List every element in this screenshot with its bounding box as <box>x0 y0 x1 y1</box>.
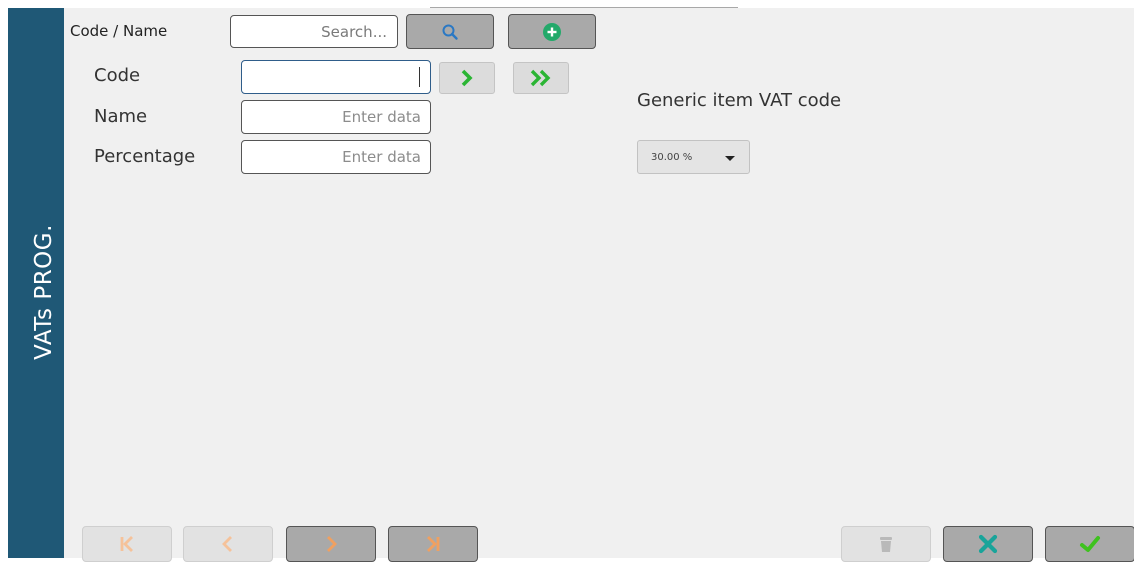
next-page-icon <box>327 536 337 552</box>
code-field[interactable] <box>241 60 431 94</box>
double-chevron-right-icon <box>530 69 551 87</box>
generic-vat-value: 30.00 % <box>651 151 693 163</box>
check-icon <box>1080 536 1100 552</box>
code-label: Code <box>94 65 141 86</box>
trash-icon <box>880 537 892 552</box>
last-page-button[interactable] <box>388 526 478 562</box>
delete-button[interactable] <box>841 526 931 562</box>
search-icon <box>442 24 458 40</box>
previous-page-button[interactable] <box>183 526 273 562</box>
last-page-icon <box>427 536 440 552</box>
caret-down-icon <box>725 156 735 161</box>
last-code-button[interactable] <box>513 62 569 94</box>
name-field[interactable] <box>241 100 431 134</box>
previous-page-icon <box>222 536 232 552</box>
close-icon <box>978 534 998 554</box>
search-label: Code / Name <box>70 22 168 40</box>
generic-vat-select[interactable]: 30.00 % <box>637 140 750 174</box>
plus-circle-icon <box>543 22 561 41</box>
app-background <box>8 8 1134 558</box>
first-page-icon <box>120 536 133 552</box>
text-cursor <box>419 67 420 87</box>
search-input[interactable] <box>230 15 398 48</box>
percentage-field[interactable] <box>241 140 431 174</box>
sidebar: VATs PROG. <box>8 8 64 558</box>
first-page-button[interactable] <box>82 526 172 562</box>
name-label: Name <box>94 106 148 127</box>
cancel-button[interactable] <box>943 526 1033 562</box>
next-code-button[interactable] <box>439 62 495 94</box>
chevron-right-icon <box>461 69 473 87</box>
sidebar-title: VATs PROG. <box>31 224 57 360</box>
top-divider <box>430 7 738 8</box>
next-page-button[interactable] <box>286 526 376 562</box>
search-button[interactable] <box>406 14 494 49</box>
percentage-label: Percentage <box>94 146 196 167</box>
confirm-button[interactable] <box>1045 526 1134 562</box>
generic-vat-label: Generic item VAT code <box>637 90 842 111</box>
add-button[interactable] <box>508 14 596 49</box>
